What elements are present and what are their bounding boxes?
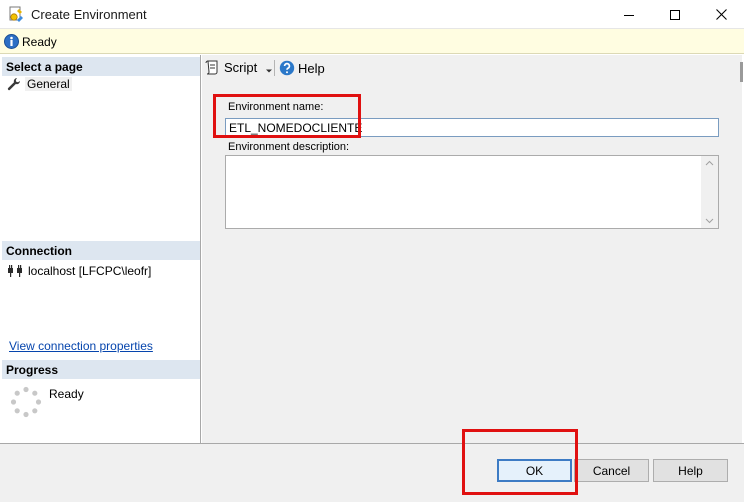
highlight-box-environment-name <box>213 94 361 138</box>
window-title: Create Environment <box>31 7 147 22</box>
select-page-header: Select a page <box>2 57 200 76</box>
environment-description-textarea[interactable] <box>225 155 719 229</box>
cancel-button[interactable]: Cancel <box>574 459 649 482</box>
maximize-button[interactable] <box>652 0 698 29</box>
title-bar: Create Environment <box>0 0 744 29</box>
scroll-up-icon[interactable] <box>705 160 714 166</box>
script-icon <box>205 60 220 75</box>
chevron-down-icon[interactable] <box>265 64 273 72</box>
window-scroll-indicator <box>740 62 743 82</box>
page-item-label: General <box>25 77 72 91</box>
help-button[interactable]: Help <box>653 459 728 482</box>
script-button[interactable]: Script <box>205 60 273 75</box>
help-toolbar-label: Help <box>298 60 325 76</box>
close-button[interactable] <box>698 0 744 29</box>
minimize-icon <box>624 14 634 16</box>
connection-header: Connection <box>2 241 200 260</box>
page-item-general[interactable]: General <box>7 76 72 92</box>
scroll-down-icon[interactable] <box>705 218 714 224</box>
wrench-icon <box>7 77 21 91</box>
maximize-icon <box>670 9 680 20</box>
highlight-box-ok-button <box>462 429 578 495</box>
help-toolbar-button[interactable]: Help <box>279 60 325 76</box>
environment-description-label: Environment description: <box>228 141 350 153</box>
toolbar-separator <box>274 60 275 76</box>
status-text: Ready <box>22 35 57 49</box>
script-label: Script <box>224 60 258 75</box>
progress-header: Progress <box>2 360 200 379</box>
view-connection-properties-link[interactable]: View connection properties <box>9 339 153 353</box>
status-bar: Ready <box>0 29 744 54</box>
environment-app-icon <box>8 6 25 23</box>
progress-spinner-icon <box>10 386 42 418</box>
close-icon <box>715 9 727 20</box>
button-bar: OK Cancel Help <box>0 443 744 502</box>
left-pane: Select a page General Connection localho… <box>0 55 201 443</box>
toolbar: Script Help <box>202 55 742 81</box>
minimize-button[interactable] <box>606 0 652 29</box>
help-icon <box>279 60 295 76</box>
connection-server-item: localhost [LFCPC\leofr] <box>7 264 151 278</box>
connection-plug-icon <box>7 264 23 278</box>
info-icon <box>4 34 19 49</box>
connection-server-label: localhost [LFCPC\leofr] <box>28 264 152 278</box>
description-scrollbar[interactable] <box>701 156 718 228</box>
progress-status: Ready <box>49 387 84 401</box>
